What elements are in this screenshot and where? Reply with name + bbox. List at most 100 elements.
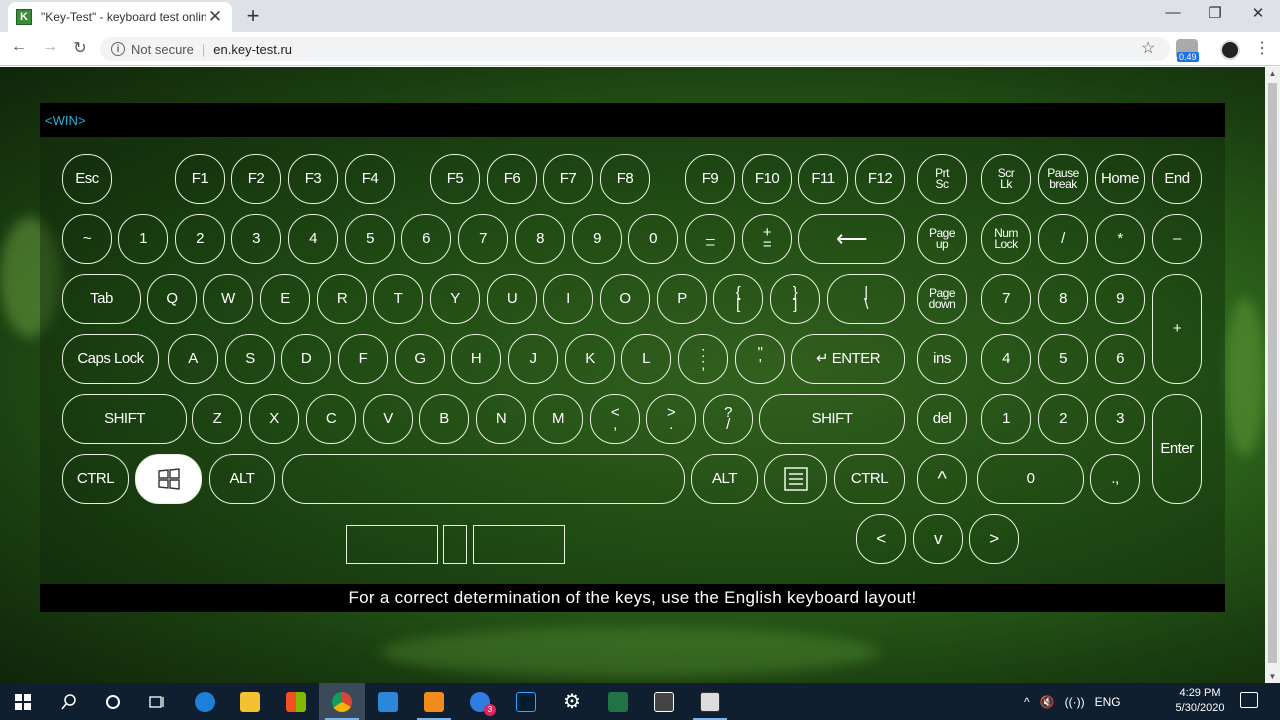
language-indicator[interactable]: ENG	[1095, 695, 1121, 709]
key-scroll-lock[interactable]: Scr Lk	[981, 154, 1031, 204]
scroll-down-icon[interactable]: ▼	[1265, 672, 1280, 681]
key-t[interactable]: T	[373, 274, 423, 324]
bookmark-star-icon[interactable]: ☆	[1141, 38, 1155, 58]
key-numpad-8[interactable]: 8	[1038, 274, 1088, 324]
address-bar[interactable]: i Not secure | en.key-test.ru	[100, 37, 1170, 61]
taskbar-clock[interactable]: 4:29 PM 5/30/2020	[1168, 686, 1232, 716]
key-numpad-multiply[interactable]: *	[1095, 214, 1145, 264]
key-context-menu[interactable]	[764, 454, 827, 504]
key-n[interactable]: N	[476, 394, 526, 444]
taskbar-chrome[interactable]	[319, 683, 365, 720]
task-view-button[interactable]	[134, 683, 180, 720]
key-right-ctrl[interactable]: CTRL	[834, 454, 905, 504]
key-numpad-subtract[interactable]: –	[1152, 214, 1202, 264]
key-pause-break[interactable]: Pause break	[1038, 154, 1088, 204]
key-numpad-6[interactable]: 6	[1095, 334, 1145, 384]
key-f5[interactable]: F5	[430, 154, 480, 204]
key-m[interactable]: M	[533, 394, 583, 444]
key-left-alt[interactable]: ALT	[209, 454, 275, 504]
key-l[interactable]: L	[621, 334, 671, 384]
key-x[interactable]: X	[249, 394, 299, 444]
key-arrow-right[interactable]: >	[969, 514, 1019, 564]
mouse-middle-button[interactable]	[443, 525, 467, 564]
url-text[interactable]: en.key-test.ru	[213, 42, 292, 57]
key-v[interactable]: V	[363, 394, 413, 444]
key-numpad-5[interactable]: 5	[1038, 334, 1088, 384]
key-period[interactable]: >.	[646, 394, 696, 444]
key-f3[interactable]: F3	[288, 154, 338, 204]
scrollbar-thumb[interactable]	[1268, 83, 1277, 663]
key-7[interactable]: 7	[458, 214, 508, 264]
key-arrow-up[interactable]: ^	[917, 454, 967, 504]
key-windows[interactable]	[135, 454, 202, 504]
taskbar-edge[interactable]	[182, 683, 228, 720]
key-numpad-2[interactable]: 2	[1038, 394, 1088, 444]
taskbar-excel[interactable]	[595, 683, 641, 720]
key-q[interactable]: Q	[147, 274, 197, 324]
key-numpad-add[interactable]: +	[1152, 274, 1202, 384]
key-i[interactable]: I	[543, 274, 593, 324]
key-space[interactable]	[282, 454, 685, 504]
key-numpad-7[interactable]: 7	[981, 274, 1031, 324]
key-backspace[interactable]: ⟵	[798, 214, 905, 264]
key-esc[interactable]: Esc	[62, 154, 112, 204]
key-page-up[interactable]: Page up	[917, 214, 967, 264]
key-numpad-divide[interactable]: /	[1038, 214, 1088, 264]
taskbar-mail[interactable]	[365, 683, 411, 720]
key-home[interactable]: Home	[1095, 154, 1145, 204]
key-right-bracket[interactable]: }]	[770, 274, 820, 324]
key-g[interactable]: G	[395, 334, 445, 384]
mouse-left-button[interactable]	[346, 525, 438, 564]
key-f10[interactable]: F10	[742, 154, 792, 204]
key-right-shift[interactable]: SHIFT	[759, 394, 905, 444]
minimize-button[interactable]: —	[1160, 4, 1186, 26]
key-equals[interactable]: + =	[742, 214, 792, 264]
taskbar-sublime[interactable]	[411, 683, 457, 720]
key-f7[interactable]: F7	[543, 154, 593, 204]
key-arrow-left[interactable]: <	[856, 514, 906, 564]
key-j[interactable]: J	[508, 334, 558, 384]
key-slash[interactable]: ? /	[703, 394, 753, 444]
key-numpad-enter[interactable]: Enter	[1152, 394, 1202, 504]
search-button[interactable]	[46, 683, 92, 720]
key-quote[interactable]: " '	[735, 334, 785, 384]
key-6[interactable]: 6	[401, 214, 451, 264]
key-y[interactable]: Y	[430, 274, 480, 324]
key-tilde[interactable]: ~	[62, 214, 112, 264]
key-o[interactable]: O	[600, 274, 650, 324]
key-d[interactable]: D	[281, 334, 331, 384]
key-numpad-0[interactable]: 0	[977, 454, 1084, 504]
key-arrow-down[interactable]: v	[913, 514, 963, 564]
taskbar-messenger[interactable]: 3	[457, 683, 503, 720]
key-numpad-decimal[interactable]: .,	[1090, 454, 1140, 504]
key-2[interactable]: 2	[175, 214, 225, 264]
scroll-up-icon[interactable]: ▲	[1265, 69, 1280, 78]
key-u[interactable]: U	[487, 274, 537, 324]
taskbar-file-explorer[interactable]	[227, 683, 273, 720]
browser-tab[interactable]: K "Key-Test" - keyboard test online ✕	[8, 2, 232, 32]
key-left-shift[interactable]: SHIFT	[62, 394, 187, 444]
network-icon[interactable]: ((·))	[1065, 695, 1085, 709]
back-button[interactable]: ←	[9, 38, 29, 56]
key-left-bracket[interactable]: {[	[713, 274, 763, 324]
key-numpad-1[interactable]: 1	[981, 394, 1031, 444]
key-f[interactable]: F	[338, 334, 388, 384]
key-3[interactable]: 3	[231, 214, 281, 264]
close-window-button[interactable]: ✕	[1245, 4, 1271, 26]
key-f6[interactable]: F6	[487, 154, 537, 204]
key-numpad-3[interactable]: 3	[1095, 394, 1145, 444]
key-r[interactable]: R	[317, 274, 367, 324]
forward-button[interactable]: →	[40, 38, 60, 56]
key-f2[interactable]: F2	[231, 154, 281, 204]
key-f11[interactable]: F11	[798, 154, 848, 204]
key-enter[interactable]: ↵ ENTER	[791, 334, 905, 384]
key-c[interactable]: C	[306, 394, 356, 444]
taskbar-keytest-app[interactable]	[687, 683, 733, 720]
key-minus[interactable]: _ –	[685, 214, 735, 264]
key-f4[interactable]: F4	[345, 154, 395, 204]
key-caps-lock[interactable]: Caps Lock	[62, 334, 159, 384]
profile-avatar[interactable]	[1220, 40, 1240, 60]
key-b[interactable]: B	[419, 394, 469, 444]
key-page-down[interactable]: Page down	[917, 274, 967, 324]
key-5[interactable]: 5	[345, 214, 395, 264]
